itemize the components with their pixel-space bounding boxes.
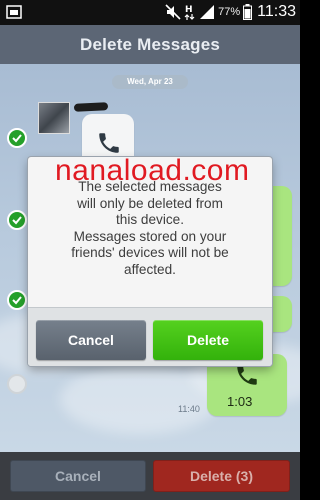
checkmark-icon (12, 296, 22, 305)
dialog-cancel-button[interactable]: Cancel (36, 320, 146, 360)
battery-percent: 77% (218, 6, 241, 18)
screenshot-icon (6, 5, 22, 19)
dialog-message-line: will only be deleted from (77, 195, 223, 211)
dialog-message-line: Messages stored on your (73, 228, 227, 244)
date-divider: Wed, Apr 23 (112, 75, 188, 89)
dialog-delete-button[interactable]: Delete (153, 320, 263, 360)
mute-icon (165, 4, 181, 20)
cancel-button[interactable]: Cancel (10, 460, 146, 492)
dialog-message: The selected messages will only be delet… (28, 179, 272, 278)
hspa-icon: H (184, 5, 195, 20)
message-select-checkbox[interactable] (7, 128, 27, 148)
message-select-checkbox[interactable] (7, 290, 27, 310)
checkmark-icon (12, 134, 22, 143)
sender-name-redacted (73, 102, 109, 112)
dialog-message-line: this device. (115, 212, 184, 227)
page-title: Delete Messages (79, 34, 221, 54)
dialog-button-bar: Cancel Delete (28, 307, 272, 366)
bottom-action-bar: Cancel Delete (3) (0, 452, 300, 500)
signal-icon (200, 5, 215, 19)
call-duration: 1:03 (227, 394, 253, 409)
watermark-text: nanaload.com (55, 154, 250, 187)
message-select-checkbox[interactable] (7, 374, 27, 394)
dialog-message-line: affected. (124, 261, 176, 277)
checkmark-icon (12, 216, 22, 225)
dialog-message-line: friends' devices will not be (71, 245, 229, 260)
title-bar: Delete Messages (0, 25, 300, 64)
svg-text:H: H (185, 5, 193, 15)
battery-icon (243, 4, 253, 20)
clock: 11:33 (257, 3, 296, 20)
status-bar: H 77% 11:33 (0, 0, 300, 25)
phone-icon (99, 133, 119, 153)
delete-selected-button[interactable]: Delete (3) (153, 460, 290, 492)
message-timestamp: 11:40 (178, 404, 200, 414)
status-icons: H 77% 11:33 (165, 2, 296, 22)
confirm-delete-dialog: The selected messages will only be delet… (28, 157, 272, 366)
screen: H 77% 11:33 Delete Messages Wed, Apr 23 (0, 0, 300, 500)
avatar (38, 102, 70, 134)
message-select-checkbox[interactable] (7, 210, 27, 230)
